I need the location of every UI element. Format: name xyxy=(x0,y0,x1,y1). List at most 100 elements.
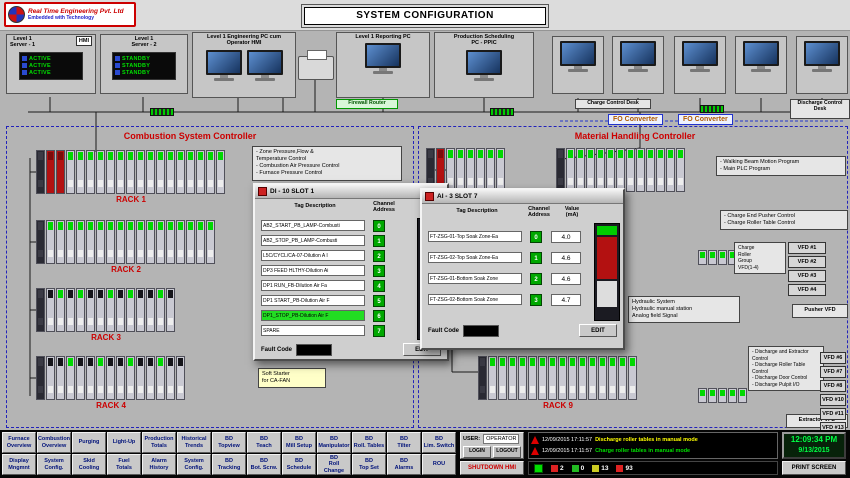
plc-io-module[interactable] xyxy=(698,388,707,403)
plc-io-module[interactable] xyxy=(558,356,567,400)
plc-io-module[interactable] xyxy=(146,150,155,194)
plc-io-module[interactable] xyxy=(626,148,635,192)
nav-button[interactable]: BD Tilter xyxy=(387,432,421,453)
plc-io-module[interactable] xyxy=(46,220,55,264)
plc-io-module[interactable] xyxy=(618,356,627,400)
nav-button[interactable]: Alarm History xyxy=(142,454,176,475)
plc-io-module[interactable] xyxy=(36,356,45,400)
tag-description-cell[interactable]: DP1 START_PB-Dilution Air F xyxy=(261,295,365,306)
nav-button[interactable]: BD Schedule xyxy=(282,454,316,475)
plc-io-module[interactable] xyxy=(136,356,145,400)
plc-io-module[interactable] xyxy=(698,250,707,265)
login-button[interactable]: LOGIN xyxy=(463,446,491,458)
plc-io-module[interactable] xyxy=(656,148,665,192)
plc-io-module[interactable] xyxy=(628,356,637,400)
plc-io-module[interactable] xyxy=(596,148,605,192)
plc-io-module[interactable] xyxy=(66,150,75,194)
plc-io-module[interactable] xyxy=(96,356,105,400)
dialog-titlebar[interactable]: DI - 10 SLOT 1 xyxy=(255,185,447,199)
alarm-message-panel[interactable]: 12/09/2015 17:11:57 Discharge roller tab… xyxy=(528,432,778,459)
plc-io-module[interactable] xyxy=(176,150,185,194)
plc-io-module[interactable] xyxy=(66,356,75,400)
plc-io-module[interactable] xyxy=(646,148,655,192)
nav-button[interactable]: Light-Up xyxy=(107,432,141,453)
nav-button[interactable]: Purging xyxy=(72,432,106,453)
plc-io-module[interactable] xyxy=(116,288,125,332)
plc-io-module[interactable] xyxy=(86,220,95,264)
plc-io-module[interactable] xyxy=(556,148,565,192)
plc-io-module[interactable] xyxy=(616,148,625,192)
plc-io-module[interactable] xyxy=(56,356,65,400)
nav-button[interactable]: BD Alarms xyxy=(387,454,421,475)
nav-button[interactable]: Furnace Overview xyxy=(2,432,36,453)
nav-button[interactable]: Skid Cooling xyxy=(72,454,106,475)
plc-io-module[interactable] xyxy=(476,148,485,192)
plc-io-module[interactable] xyxy=(166,356,175,400)
plc-io-module[interactable] xyxy=(126,150,135,194)
plc-io-module[interactable] xyxy=(166,288,175,332)
nav-button[interactable]: Combustion Overview xyxy=(37,432,71,453)
edit-button[interactable]: EDIT xyxy=(579,324,617,337)
plc-io-module[interactable] xyxy=(568,356,577,400)
nav-button[interactable]: System Config. xyxy=(177,454,211,475)
tag-description-cell[interactable]: AB2_STOP_PB_LAMP-Combusti xyxy=(261,235,365,246)
plc-io-module[interactable] xyxy=(106,356,115,400)
logout-button[interactable]: LOGOUT xyxy=(493,446,521,458)
tag-description-cell[interactable]: FT-ZSG-01-Bottom Soak Zone xyxy=(428,273,522,284)
plc-io-module[interactable] xyxy=(176,220,185,264)
tag-description-cell[interactable]: DP1 RUN_FB-Dilution Air Fa xyxy=(261,280,365,291)
nav-button[interactable]: Fuel Totals xyxy=(107,454,141,475)
plc-io-module[interactable] xyxy=(76,288,85,332)
plc-io-module[interactable] xyxy=(96,220,105,264)
nav-button[interactable]: BD Tracking xyxy=(212,454,246,475)
plc-io-module[interactable] xyxy=(146,288,155,332)
plc-io-module[interactable] xyxy=(46,150,55,194)
plc-io-module[interactable] xyxy=(116,150,125,194)
tag-description-cell[interactable]: SPARE xyxy=(261,325,365,336)
plc-io-module[interactable] xyxy=(106,150,115,194)
plc-io-module[interactable] xyxy=(76,220,85,264)
plc-io-module[interactable] xyxy=(76,356,85,400)
plc-io-module[interactable] xyxy=(106,220,115,264)
plc-io-module[interactable] xyxy=(86,356,95,400)
nav-button[interactable]: BD Roll. Tables xyxy=(352,432,386,453)
plc-io-module[interactable] xyxy=(96,150,105,194)
plc-io-module[interactable] xyxy=(86,288,95,332)
plc-io-module[interactable] xyxy=(508,356,517,400)
plc-io-module[interactable] xyxy=(518,356,527,400)
plc-io-module[interactable] xyxy=(106,288,115,332)
plc-io-module[interactable] xyxy=(56,220,65,264)
plc-io-module[interactable] xyxy=(548,356,557,400)
tag-description-cell[interactable]: FT-ZSG-01-Top Soak Zone-Ea xyxy=(428,231,522,242)
tag-description-cell[interactable]: FT-ZSG-02-Top Soak Zone-Ea xyxy=(428,252,522,263)
shutdown-hmi-button[interactable]: SHUTDOWN HMI xyxy=(460,461,524,475)
plc-io-module[interactable] xyxy=(156,150,165,194)
plc-io-module[interactable] xyxy=(206,220,215,264)
plc-io-module[interactable] xyxy=(66,220,75,264)
plc-io-module[interactable] xyxy=(116,356,125,400)
nav-button[interactable]: BD Topview xyxy=(212,432,246,453)
plc-io-module[interactable] xyxy=(136,288,145,332)
plc-io-module[interactable] xyxy=(146,220,155,264)
plc-io-module[interactable] xyxy=(216,150,225,194)
plc-io-module[interactable] xyxy=(156,356,165,400)
plc-io-module[interactable] xyxy=(588,356,597,400)
plc-io-module[interactable] xyxy=(136,220,145,264)
plc-io-module[interactable] xyxy=(56,150,65,194)
nav-button[interactable]: ROU xyxy=(422,454,456,475)
plc-io-module[interactable] xyxy=(598,356,607,400)
plc-io-module[interactable] xyxy=(36,288,45,332)
plc-io-module[interactable] xyxy=(488,356,497,400)
plc-io-module[interactable] xyxy=(498,356,507,400)
plc-io-module[interactable] xyxy=(186,220,195,264)
plc-io-module[interactable] xyxy=(186,150,195,194)
plc-io-module[interactable] xyxy=(728,388,737,403)
plc-io-module[interactable] xyxy=(538,356,547,400)
plc-io-module[interactable] xyxy=(126,220,135,264)
plc-io-module[interactable] xyxy=(166,150,175,194)
print-screen-button[interactable]: PRINT SCREEN xyxy=(782,461,846,475)
plc-io-module[interactable] xyxy=(46,288,55,332)
nav-button[interactable]: BD Mill Setup xyxy=(282,432,316,453)
plc-io-module[interactable] xyxy=(86,150,95,194)
plc-io-module[interactable] xyxy=(636,148,645,192)
